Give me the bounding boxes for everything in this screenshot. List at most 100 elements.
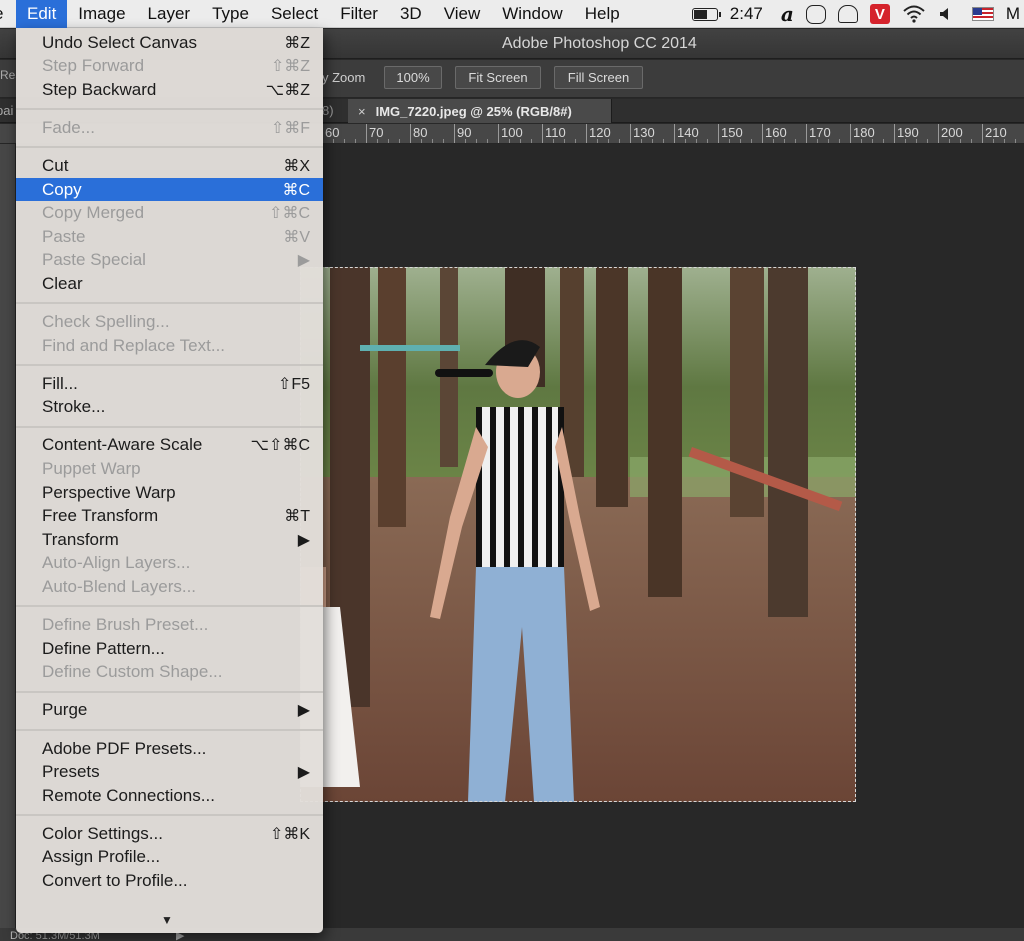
menu-item-label: Cut bbox=[42, 155, 69, 175]
ruler-minor-tick bbox=[795, 139, 796, 143]
volume-icon[interactable] bbox=[932, 0, 960, 28]
submenu-arrow-icon: ▶ bbox=[297, 252, 310, 270]
menu-select[interactable]: Select bbox=[260, 0, 329, 28]
menu-layer[interactable]: Layer bbox=[137, 0, 202, 28]
ruler-tick-label: 70 bbox=[366, 124, 383, 143]
ruler-minor-tick bbox=[520, 139, 521, 143]
battery-icon[interactable] bbox=[686, 0, 724, 28]
menu-item-label: Adobe PDF Presets... bbox=[42, 738, 207, 758]
menu-separator bbox=[16, 690, 323, 693]
menu-item-label: Purge bbox=[42, 700, 88, 720]
menu-item-assign-profile[interactable]: Assign Profile... bbox=[16, 846, 323, 869]
ruler-minor-tick bbox=[355, 139, 356, 143]
menu-item-label: Undo Select Canvas bbox=[42, 32, 197, 52]
fit-screen-button[interactable]: Fit Screen bbox=[455, 66, 541, 89]
tab-previous-partial[interactable]: 8) bbox=[322, 103, 334, 118]
menu-item-auto-align-layers: Auto-Align Layers... bbox=[16, 552, 323, 575]
clock[interactable]: 2:47 bbox=[724, 0, 775, 28]
menu-item-cut[interactable]: Cut ⌘X bbox=[16, 154, 323, 177]
menu-item-define-custom-shape: Define Custom Shape... bbox=[16, 661, 323, 684]
menu-item-stroke[interactable]: Stroke... bbox=[16, 396, 323, 419]
menu-separator bbox=[16, 425, 323, 428]
ruler-minor-tick bbox=[597, 139, 598, 143]
alpha-icon[interactable]: a bbox=[775, 0, 800, 28]
menu-item-label: Perspective Warp bbox=[42, 482, 176, 502]
ruler-tick-label: 210 bbox=[982, 124, 1007, 143]
menu-photoshop-partial[interactable]: e bbox=[0, 0, 16, 28]
tab-left-partial[interactable]: pai bbox=[0, 103, 16, 118]
menu-item-step-backward[interactable]: Step Backward ⌥⌘Z bbox=[16, 78, 323, 101]
menu-item-label: Puppet Warp bbox=[42, 459, 141, 478]
menu-item-label: Convert to Profile... bbox=[42, 871, 188, 890]
scroll-down-arrow-icon[interactable]: ▼ bbox=[161, 913, 173, 927]
menu-item-label: Auto-Blend Layers... bbox=[42, 577, 197, 596]
menu-item-label: Paste bbox=[42, 226, 86, 246]
menu-item-adobe-pdf-presets[interactable]: Adobe PDF Presets... bbox=[16, 737, 323, 760]
close-tab-icon[interactable]: × bbox=[358, 104, 366, 119]
menu-item-purge[interactable]: Purge ▶ bbox=[16, 699, 323, 722]
menu-item-content-aware-scale[interactable]: Content-Aware Scale ⌥⇧⌘C bbox=[16, 434, 323, 457]
cloud-shape-icon[interactable] bbox=[832, 0, 864, 28]
menu-item-free-transform[interactable]: Free Transform ⌘T bbox=[16, 505, 323, 528]
menu-item-define-pattern[interactable]: Define Pattern... bbox=[16, 637, 323, 660]
menu-filter[interactable]: Filter bbox=[329, 0, 389, 28]
menu-item-label: Color Settings... bbox=[42, 823, 163, 843]
menu-item-label: Copy Merged bbox=[42, 203, 145, 223]
menu-type[interactable]: Type bbox=[201, 0, 260, 28]
ruler-minor-tick bbox=[333, 139, 334, 143]
menu-item-shortcut: ⇧⌘C bbox=[269, 205, 310, 223]
menu-item-convert-to-profile[interactable]: Convert to Profile... bbox=[16, 870, 323, 893]
menu-image[interactable]: Image bbox=[67, 0, 136, 28]
menu-item-shortcut: ⌥⇧⌘C bbox=[250, 437, 310, 455]
ruler-minor-tick bbox=[828, 139, 829, 143]
menu-item-shortcut: ⇧⌘F bbox=[270, 119, 310, 137]
ruler-tick-label: 90 bbox=[454, 124, 471, 143]
menu-item-presets[interactable]: Presets ▶ bbox=[16, 761, 323, 784]
ruler-minor-tick bbox=[861, 139, 862, 143]
menu-item-remote-connections[interactable]: Remote Connections... bbox=[16, 784, 323, 807]
menubar-right-partial[interactable]: M bbox=[1006, 0, 1024, 28]
menu-item-transform[interactable]: Transform ▶ bbox=[16, 528, 323, 551]
menu-item-shortcut: ⌘X bbox=[283, 157, 310, 175]
v-app-icon[interactable]: V bbox=[864, 0, 896, 28]
ruler-tick-label: 120 bbox=[586, 124, 611, 143]
menu-item-label: Fade... bbox=[42, 117, 95, 137]
ruler-minor-tick bbox=[663, 139, 664, 143]
wifi-icon[interactable] bbox=[896, 0, 932, 28]
ruler-minor-tick bbox=[619, 139, 620, 143]
menu-item-perspective-warp[interactable]: Perspective Warp bbox=[16, 481, 323, 504]
menu-item-puppet-warp: Puppet Warp bbox=[16, 458, 323, 481]
menu-item-step-forward: Step Forward ⇧⌘Z bbox=[16, 55, 323, 78]
ruler-tick-label: 150 bbox=[718, 124, 743, 143]
menu-item-fill[interactable]: Fill... ⇧F5 bbox=[16, 372, 323, 395]
rounded-square-icon[interactable] bbox=[800, 0, 832, 28]
menu-window[interactable]: Window bbox=[491, 0, 573, 28]
menu-3d[interactable]: 3D bbox=[389, 0, 433, 28]
menu-item-color-settings[interactable]: Color Settings... ⇧⌘K bbox=[16, 822, 323, 845]
zoom-100-button[interactable]: 100% bbox=[384, 66, 442, 89]
ruler-minor-tick bbox=[839, 139, 840, 143]
ruler-minor-tick bbox=[652, 139, 653, 143]
ruler-minor-tick bbox=[608, 139, 609, 143]
submenu-arrow-icon: ▶ bbox=[297, 764, 310, 782]
menu-item-clear[interactable]: Clear bbox=[16, 272, 323, 295]
menu-item-shortcut: ⇧F5 bbox=[277, 375, 310, 393]
menu-item-shortcut: ⌘T bbox=[284, 508, 310, 526]
window-title: Adobe Photoshop CC 2014 bbox=[502, 35, 697, 52]
menu-item-shortcut: ⌘Z bbox=[284, 34, 310, 52]
ruler-minor-tick bbox=[476, 139, 477, 143]
menu-item-label: Paste Special bbox=[42, 250, 146, 270]
photo-illustration bbox=[300, 267, 856, 802]
menu-help[interactable]: Help bbox=[574, 0, 631, 28]
document-image[interactable] bbox=[300, 267, 856, 802]
macos-menubar: e Edit Image Layer Type Select Filter 3D… bbox=[0, 0, 1024, 28]
us-flag-icon[interactable] bbox=[960, 0, 1006, 28]
fill-screen-button[interactable]: Fill Screen bbox=[554, 66, 643, 89]
zoom-option-label: y Zoom bbox=[322, 70, 366, 85]
menu-view[interactable]: View bbox=[433, 0, 492, 28]
menu-edit[interactable]: Edit bbox=[16, 0, 68, 28]
menu-item-copy[interactable]: Copy ⌘C bbox=[16, 178, 323, 201]
menu-item-undo-select-canvas[interactable]: Undo Select Canvas ⌘Z bbox=[16, 31, 323, 54]
tab-img-7220[interactable]: × IMG_7220.jpeg @ 25% (RGB/8#) bbox=[348, 99, 612, 123]
ruler-minor-tick bbox=[751, 139, 752, 143]
